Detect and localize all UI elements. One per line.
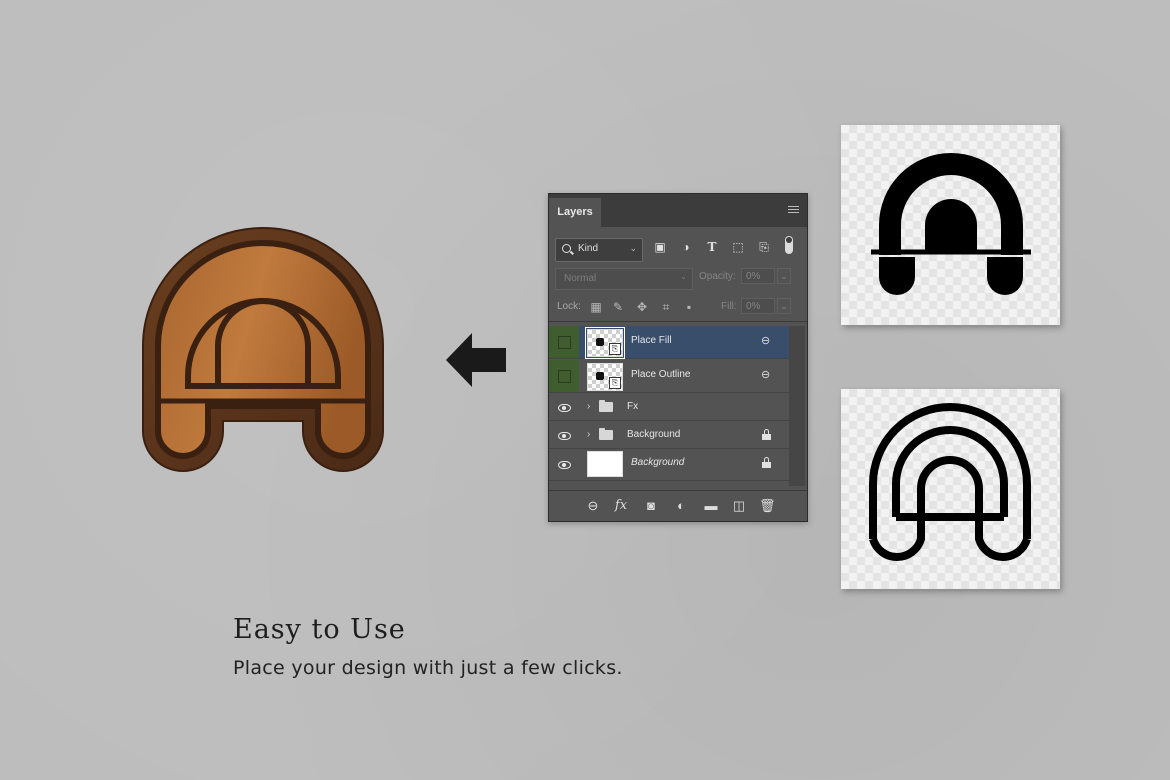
link-icon: ⊖ (761, 369, 771, 381)
smart-object-filter-icon[interactable]: ⎘ (757, 240, 771, 254)
place-fill-preview-card (841, 125, 1060, 325)
visibility-toggle[interactable] (549, 326, 579, 358)
fill-logo-graphic (871, 153, 1031, 295)
scrollbar[interactable] (789, 326, 805, 486)
layer-name[interactable]: Place Outline (631, 369, 690, 380)
fill-chevron-icon[interactable]: ⌄ (777, 298, 791, 314)
panel-bottom-toolbar: ⊖ fx ◙ ◐ ▬ ◫ 🗑 (549, 490, 807, 521)
layer-thumbnail: ⎘ (585, 327, 625, 359)
smart-object-icon: ⎘ (609, 343, 621, 355)
image-filter-icon[interactable]: ▣ (653, 240, 667, 254)
lock-icon (762, 457, 771, 468)
panel-menu-icon[interactable] (788, 206, 799, 214)
smart-object-icon: ⎘ (609, 377, 621, 389)
link-layers-icon[interactable]: ⊖ (585, 498, 601, 514)
layers-panel: Layers Kind ⌄ ▣ ◑ T ⬚ ⎘ Normal ⌄ Opacity… (548, 193, 808, 522)
blend-mode-value: Normal (564, 273, 597, 284)
layer-name[interactable]: Background (631, 457, 684, 468)
layer-thumbnail: ⎘ (587, 363, 623, 391)
visibility-toggle[interactable] (549, 360, 579, 392)
chevron-down-icon: ⌄ (680, 272, 687, 281)
tab-layers[interactable]: Layers (549, 198, 601, 227)
layer-thumbnail (587, 451, 623, 477)
visibility-toggle[interactable] (549, 448, 579, 480)
eye-icon (558, 461, 571, 469)
opacity-chevron-icon[interactable]: ⌄ (777, 268, 791, 284)
headline-subtitle: Place your design with just a few clicks… (233, 657, 623, 679)
divider (549, 321, 807, 322)
layer-name[interactable]: Background (627, 429, 680, 440)
fx-icon[interactable]: fx (613, 498, 629, 514)
lock-paint-icon[interactable]: ✎ (611, 300, 625, 314)
fill-label: Fill: (721, 301, 737, 312)
trash-icon[interactable]: 🗑 (759, 498, 776, 514)
layer-place-fill[interactable]: ⎘ Place Fill ⊖ (549, 326, 789, 359)
mask-icon[interactable]: ◙ (643, 498, 659, 514)
chevron-right-icon[interactable]: › (587, 401, 590, 412)
layer-group-fx[interactable]: › Fx (549, 392, 789, 421)
opacity-field[interactable]: 0% (741, 268, 775, 284)
chevron-down-icon: ⌄ (629, 243, 637, 253)
layer-background[interactable]: Background (549, 448, 789, 481)
new-group-icon[interactable]: ▬ (703, 498, 719, 514)
opacity-label: Opacity: (699, 271, 736, 282)
lock-pixels-icon[interactable]: ▦ (589, 300, 603, 314)
chevron-right-icon[interactable]: › (587, 429, 590, 440)
folder-icon (599, 400, 613, 412)
panel-tab-bar: Layers (549, 194, 807, 227)
left-arrow-icon (446, 333, 508, 387)
folder-icon (599, 428, 613, 440)
layer-group-background[interactable]: › Background (549, 420, 789, 449)
fill-field[interactable]: 0% (741, 298, 775, 314)
layer-name[interactable]: Place Fill (631, 335, 672, 346)
lock-all-icon[interactable]: ▪ (682, 300, 696, 314)
eye-icon (558, 432, 571, 440)
type-filter-icon[interactable]: T (705, 240, 719, 254)
layer-name[interactable]: Fx (627, 401, 638, 412)
lock-label: Lock: (557, 301, 581, 312)
adjustment-filter-icon[interactable]: ◑ (679, 240, 693, 254)
search-icon (562, 244, 571, 253)
filter-toggle[interactable] (785, 236, 793, 254)
link-icon: ⊖ (761, 335, 771, 347)
wood-logo-preview (138, 226, 388, 476)
lock-position-icon[interactable]: ✥ (635, 300, 649, 314)
adjustment-layer-icon[interactable]: ◐ (673, 498, 689, 514)
headline-title: Easy to Use (233, 614, 406, 645)
layer-place-outline[interactable]: ⎘ Place Outline ⊖ (549, 360, 789, 393)
eye-icon (558, 404, 571, 412)
outline-logo-graphic (869, 403, 1031, 561)
lock-icon (762, 429, 771, 440)
blend-mode-select[interactable]: Normal ⌄ (555, 268, 693, 290)
new-layer-icon[interactable]: ◫ (731, 498, 747, 514)
lock-artboard-icon[interactable]: ⌗ (659, 300, 673, 314)
place-outline-preview-card (841, 389, 1060, 589)
filter-kind-label: Kind (578, 243, 599, 254)
filter-kind-select[interactable]: Kind ⌄ (555, 238, 643, 262)
shape-filter-icon[interactable]: ⬚ (731, 240, 745, 254)
